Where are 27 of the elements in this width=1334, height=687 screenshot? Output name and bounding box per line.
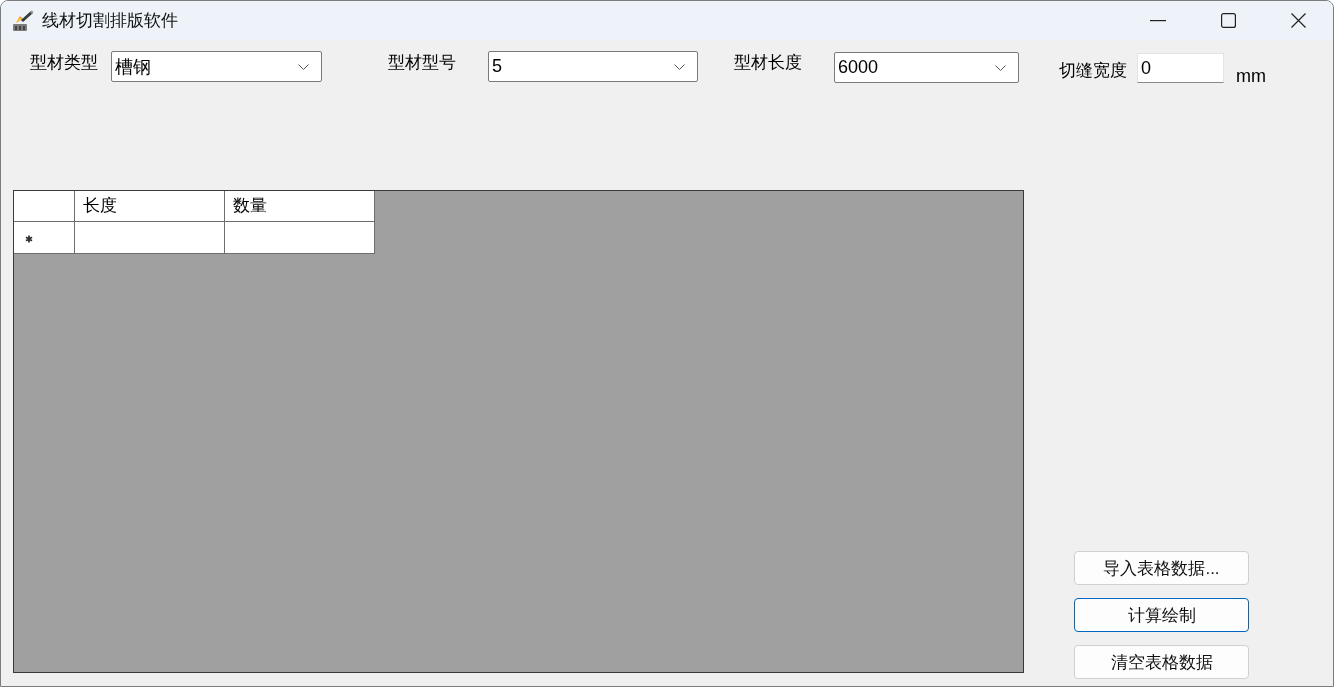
dropdown[interactable]: 5 xyxy=(488,51,698,82)
field-label: 切缝宽度 xyxy=(1059,60,1127,81)
asterisk-icon xyxy=(25,235,33,243)
table-cell[interactable] xyxy=(225,222,375,254)
column-header[interactable]: 数量 xyxy=(225,191,375,222)
field-label: 型材类型 xyxy=(30,52,98,73)
dropdown[interactable]: 槽钢 xyxy=(111,51,322,82)
table-cell[interactable] xyxy=(75,222,225,254)
action-button[interactable]: 计算绘制 xyxy=(1074,598,1249,632)
close-icon xyxy=(1290,13,1306,28)
corner-header-cell xyxy=(14,191,75,222)
unit-label: mm xyxy=(1236,65,1266,86)
maximize-icon xyxy=(1220,13,1236,28)
action-button[interactable]: 导入表格数据... xyxy=(1074,551,1249,585)
field-label: 型材型号 xyxy=(388,52,456,73)
column-header[interactable]: 长度 xyxy=(75,191,225,222)
action-button[interactable]: 清空表格数据 xyxy=(1074,645,1249,679)
chevron-down-icon xyxy=(298,63,309,70)
chevron-down-icon xyxy=(995,64,1006,71)
flame-pen-icon xyxy=(12,9,34,32)
minimize-icon xyxy=(1150,19,1166,22)
chevron-down-icon xyxy=(674,63,685,70)
row-header-cell[interactable] xyxy=(14,222,75,254)
dropdown[interactable]: 6000 xyxy=(834,52,1019,83)
window-title: 线材切割排版软件 xyxy=(42,10,178,32)
field-label: 型材长度 xyxy=(734,52,802,73)
input-field[interactable]: 0 xyxy=(1137,53,1224,83)
